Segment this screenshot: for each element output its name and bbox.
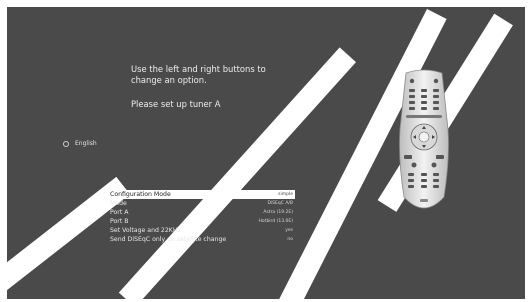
config-value: simple [278,192,293,197]
config-label: Port B [110,218,129,225]
config-value: Astra (19.2E) [263,210,293,215]
config-value: no [287,237,293,242]
language-label: English [75,140,97,147]
radio-icon [63,140,69,147]
config-label: Mode [110,200,127,207]
config-row-port-b[interactable]: Port B Hotbird (13.0E) [110,217,295,226]
config-row-mode[interactable]: Mode DiSEqC A/B [110,199,295,208]
tuner-config-list: Configuration Mode simple Mode DiSEqC A/… [110,190,295,244]
config-row-configuration-mode[interactable]: Configuration Mode simple [110,190,295,199]
config-label: Set Voltage and 22KHz [110,227,181,234]
config-value: yes [285,228,293,233]
tv-screen: Use the left and right buttons to change… [7,7,525,299]
language-option[interactable]: English [63,140,97,147]
remote-control-icon [396,69,452,219]
config-row-port-a[interactable]: Port A Astra (19.2E) [110,208,295,217]
config-label: Port A [110,209,129,216]
config-label: Configuration Mode [110,191,171,198]
config-label: Send DiSEqC only on satellite change [110,236,227,243]
config-row-voltage[interactable]: Set Voltage and 22KHz yes [110,226,295,235]
instruction-text-1: Use the left and right buttons to [131,64,266,74]
config-value: Hotbird (13.0E) [258,219,293,224]
config-value: DiSEqC A/B [267,201,293,206]
config-row-diseqc-change[interactable]: Send DiSEqC only on satellite change no [110,235,295,244]
instruction-text-2: change an option. [131,75,207,85]
instruction-text-3: Please set up tuner A [131,99,221,109]
